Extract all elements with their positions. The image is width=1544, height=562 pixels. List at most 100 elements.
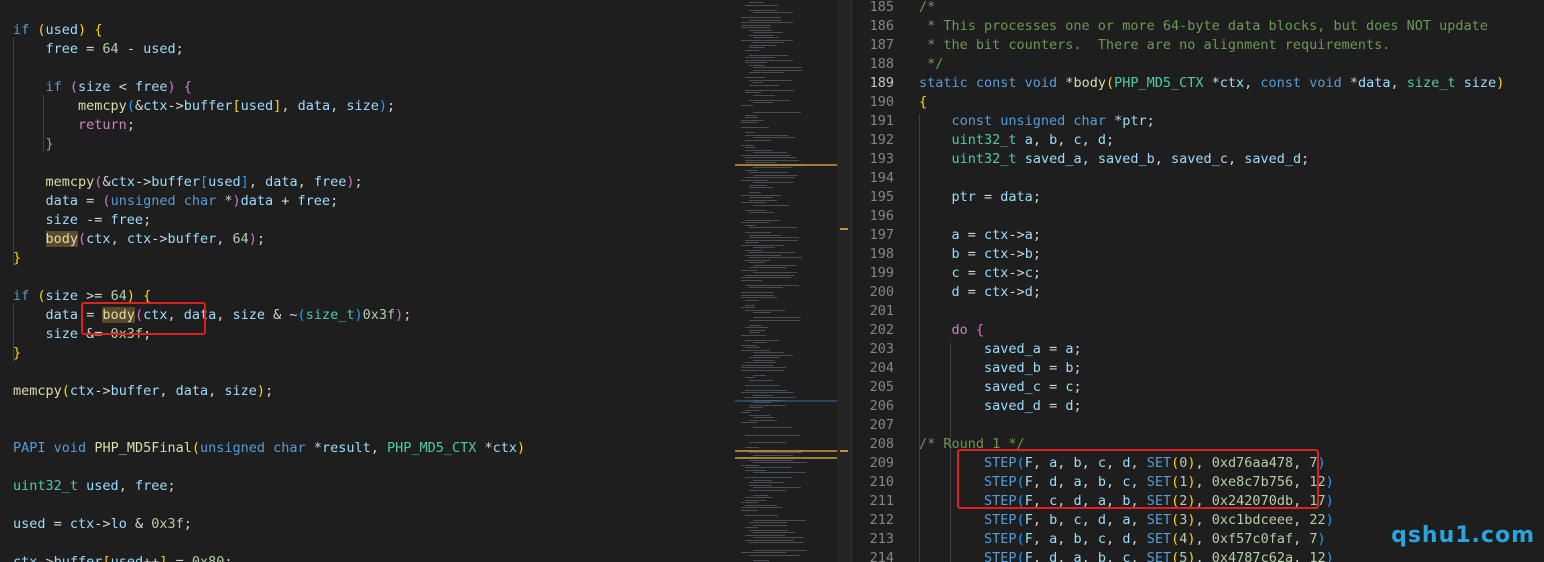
code-line[interactable]: 207 xyxy=(852,416,1544,435)
minimap-line xyxy=(741,17,782,18)
code-line[interactable]: data = (unsigned char *)data + free; xyxy=(0,192,735,211)
code-line[interactable]: memcpy(&ctx->buffer[used], data, size); xyxy=(0,97,735,116)
code-line[interactable]: PAPI void PHP_MD5Final(unsigned char *re… xyxy=(0,439,735,458)
code-line[interactable]: 193 uint32_t saved_a, saved_b, saved_c, … xyxy=(852,150,1544,169)
code-line[interactable] xyxy=(0,458,735,477)
code-line[interactable]: uint32_t used, free; xyxy=(0,477,735,496)
code-line[interactable]: } xyxy=(0,344,735,363)
code-token: = xyxy=(1040,360,1066,376)
code-line[interactable]: 214 STEP(F, d, a, b, c, SET(5), 0x4787c6… xyxy=(852,549,1544,562)
minimap-line xyxy=(753,402,771,403)
code-line[interactable]: used = ctx->lo & 0x3f; xyxy=(0,515,735,534)
code-line[interactable]: 203 saved_a = a; xyxy=(852,340,1544,359)
code-line[interactable]: memcpy(&ctx->buffer[used], data, free); xyxy=(0,173,735,192)
code-token: , xyxy=(248,174,266,190)
code-line[interactable]: 198 b = ctx->b; xyxy=(852,245,1544,264)
minimap-line xyxy=(753,427,793,428)
code-line[interactable]: 204 saved_b = b; xyxy=(852,359,1544,378)
code-line[interactable]: ctx->buffer[used++] = 0x80; xyxy=(0,553,735,562)
minimap-line xyxy=(753,417,774,418)
left-editor-pane[interactable]: if (used) { free = 64 - used; if (size <… xyxy=(0,0,735,562)
code-line[interactable]: 192 uint32_t a, b, c, d; xyxy=(852,131,1544,150)
code-token: d xyxy=(1024,284,1033,300)
code-line[interactable]: 199 c = ctx->c; xyxy=(852,264,1544,283)
code-line[interactable] xyxy=(0,534,735,553)
code-token: ; xyxy=(1146,113,1155,129)
code-token: c xyxy=(1073,132,1082,148)
code-line[interactable]: 196 xyxy=(852,207,1544,226)
minimap-line xyxy=(741,412,752,413)
minimap-line xyxy=(745,232,771,233)
code-line[interactable]: 195 ptr = data; xyxy=(852,188,1544,207)
code-line[interactable]: 206 saved_d = d; xyxy=(852,397,1544,416)
code-token: do xyxy=(951,322,968,338)
code-line[interactable]: 185 /* xyxy=(852,0,1544,17)
code-token: ( xyxy=(69,79,79,95)
code-line[interactable]: free = 64 - used; xyxy=(0,40,735,59)
right-editor-pane[interactable]: 185 /* 186 * This processes one or more 64… xyxy=(851,0,1544,562)
code-token: 12 xyxy=(1309,550,1326,562)
code-token: ctx xyxy=(984,227,1009,243)
code-line[interactable]: 191 const unsigned char *ptr; xyxy=(852,112,1544,131)
code-token: , xyxy=(1081,151,1098,167)
code-line[interactable]: memcpy(ctx->buffer, data, size); xyxy=(0,382,735,401)
code-token: = xyxy=(78,193,103,209)
minimap-line xyxy=(745,92,761,93)
code-line[interactable] xyxy=(0,420,735,439)
code-line[interactable]: } xyxy=(0,249,735,268)
code-line[interactable] xyxy=(0,401,735,420)
code-line[interactable] xyxy=(0,154,735,173)
minimap-highlight xyxy=(735,450,837,452)
code-line[interactable]: 202 do { xyxy=(852,321,1544,340)
code-line[interactable]: size -= free; xyxy=(0,211,735,230)
code-token: used xyxy=(45,22,79,38)
code-token: + xyxy=(273,193,298,209)
code-line[interactable]: 205 saved_c = c; xyxy=(852,378,1544,397)
code-line[interactable]: 189 static const void *body(PHP_MD5_CTX *… xyxy=(852,74,1544,93)
code-line[interactable] xyxy=(0,59,735,78)
line-number: 210 xyxy=(869,474,894,490)
code-line[interactable]: 186 * This processes one or more 64-byte… xyxy=(852,17,1544,36)
code-line[interactable]: if (size < free) { xyxy=(0,78,735,97)
code-token: , xyxy=(1293,550,1310,562)
code-token: ) xyxy=(232,193,241,209)
code-line[interactable] xyxy=(0,496,735,515)
code-line[interactable]: if (used) { xyxy=(0,21,735,40)
minimap-line xyxy=(745,59,793,61)
code-token: * xyxy=(1341,75,1358,91)
minimap-scrollbar[interactable] xyxy=(837,0,851,562)
minimap-line xyxy=(745,339,779,341)
code-text: c = ctx->c; xyxy=(919,264,1041,283)
code-token: a xyxy=(1024,227,1033,243)
code-line[interactable]: 187 * the bit counters. There are no ali… xyxy=(852,36,1544,55)
code-text: } xyxy=(13,135,54,154)
minimap-line xyxy=(745,397,796,398)
code-line[interactable]: 197 a = ctx->a; xyxy=(852,226,1544,245)
code-token: a xyxy=(1024,132,1033,148)
minimap-line xyxy=(741,269,758,271)
code-token: size xyxy=(45,288,79,304)
code-token: SET xyxy=(1146,512,1172,528)
code-line[interactable] xyxy=(0,363,735,382)
code-token: ; xyxy=(265,383,274,399)
code-line[interactable]: 194 xyxy=(852,169,1544,188)
code-line[interactable]: 188 */ xyxy=(852,55,1544,74)
code-line[interactable]: body(ctx, ctx->buffer, 64); xyxy=(0,230,735,249)
line-number: 202 xyxy=(869,322,894,338)
code-line[interactable]: 200 d = ctx->d; xyxy=(852,283,1544,302)
minimap-line xyxy=(749,452,802,453)
code-line[interactable] xyxy=(0,268,735,287)
code-token: 0x80 xyxy=(191,554,225,562)
minimap[interactable] xyxy=(735,0,837,562)
minimap-line xyxy=(745,274,794,276)
code-line[interactable]: 201 xyxy=(852,302,1544,321)
code-line[interactable]: return; xyxy=(0,116,735,135)
code-line[interactable]: 190 { xyxy=(852,93,1544,112)
code-line[interactable]: } xyxy=(0,135,735,154)
code-token: , xyxy=(1106,550,1123,562)
code-token: * xyxy=(305,440,322,456)
